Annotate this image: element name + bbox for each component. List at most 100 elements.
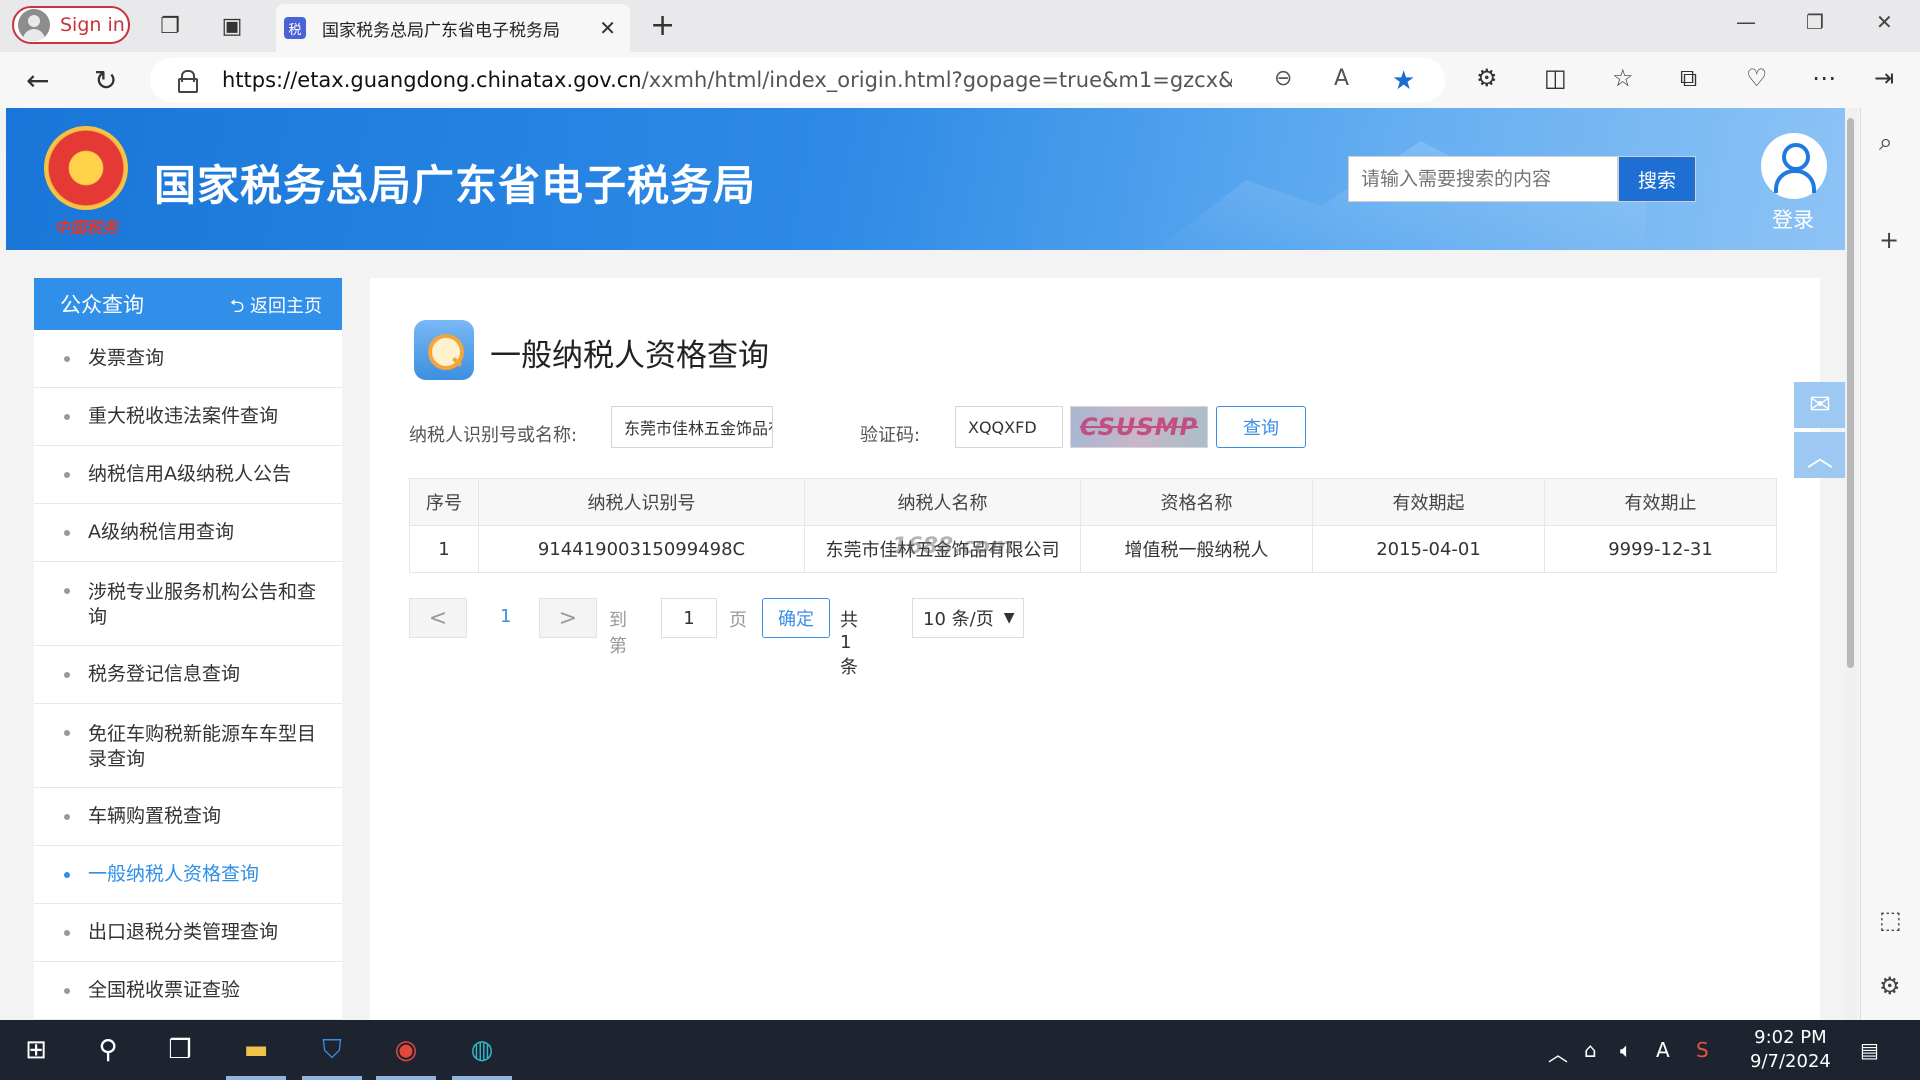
col-header-taxpayer-name: 纳税人名称	[804, 478, 1081, 526]
screenshot-icon[interactable]: ⬚	[1879, 906, 1902, 934]
favorites-icon[interactable]: ☆	[1612, 64, 1634, 92]
site-search-input[interactable]	[1348, 156, 1618, 202]
search-query-icon	[414, 320, 474, 380]
back-to-top-icon[interactable]: ︿	[1794, 432, 1845, 478]
sogou-input-icon[interactable]: S	[1696, 1038, 1709, 1062]
file-explorer-icon[interactable]: ▬	[234, 1030, 278, 1070]
left-sidebar: 公众查询 ⮌ 返回主页 发票查询 重大税收违法案件查询 纳税信用A级纳税人公告 …	[34, 278, 342, 1020]
sidebar-item-tax-voucher-check[interactable]: 全国税收票证查验	[34, 962, 342, 1020]
browser-tab-bar: Sign in ❐ ▣ 税 国家税务总局广东省电子税务局 ✕ + — ❐ ✕	[0, 0, 1920, 52]
network-icon[interactable]: ⌂	[1584, 1038, 1597, 1062]
login-link[interactable]: 登录	[1772, 204, 1814, 234]
page-unit-label: 页	[729, 610, 747, 631]
captcha-input[interactable]: XQQXFD	[955, 406, 1063, 448]
zoom-icon[interactable]: ⊖	[1274, 66, 1292, 91]
cell-valid-to: 9999-12-31	[1544, 525, 1777, 573]
refresh-icon[interactable]: ↻	[94, 64, 117, 97]
cell-valid-from: 2015-04-01	[1312, 525, 1545, 573]
taskbar-indicator	[452, 1076, 512, 1080]
browser-tab-active[interactable]: 税 国家税务总局广东省电子税务局 ✕	[276, 4, 630, 52]
sidebar-item-nev-catalog[interactable]: 免征车购税新能源车车型目录查询	[34, 704, 342, 788]
favorite-star-icon[interactable]: ★	[1392, 66, 1415, 96]
sidebar-item-vehicle-purchase-tax[interactable]: 车辆购置税查询	[34, 788, 342, 846]
page-number-current[interactable]: 1	[500, 606, 511, 627]
sign-in-button[interactable]: Sign in	[12, 6, 130, 44]
volume-icon[interactable]: 🔈︎	[1620, 1038, 1632, 1062]
back-home-link[interactable]: ⮌ 返回主页	[230, 292, 322, 324]
sidebar-item-a-credit-query[interactable]: A级纳税信用查询	[34, 504, 342, 562]
site-search-button[interactable]: 搜索	[1618, 156, 1696, 202]
sidebar-item-invoice-query[interactable]: 发票查询	[34, 330, 342, 388]
edge-browser-icon[interactable]: ◍	[460, 1030, 504, 1070]
extensions-icon[interactable]: ⚙	[1476, 64, 1498, 92]
query-button[interactable]: 查询	[1216, 406, 1306, 448]
notification-icon[interactable]: ▤	[1860, 1038, 1879, 1062]
site-header: 中国税务 国家税务总局广东省电子税务局 搜索 登录	[6, 108, 1845, 250]
more-menu-icon[interactable]: ⋯	[1812, 64, 1836, 92]
sidebar-title: 公众查询	[60, 293, 144, 317]
scrollbar-thumb[interactable]	[1847, 118, 1854, 668]
restore-icon[interactable]: ❐	[1806, 10, 1824, 34]
chrome-icon[interactable]: ◉	[384, 1030, 428, 1070]
taskbar-search-icon[interactable]: ⚲	[86, 1030, 130, 1070]
url-input[interactable]: https://etax.guangdong.chinatax.gov.cn/x…	[150, 58, 1445, 102]
prev-page-button[interactable]: <	[409, 598, 467, 638]
tab-actions-icon[interactable]: ▣	[216, 10, 248, 42]
sidebar-item-export-rebate[interactable]: 出口退税分类管理查询	[34, 904, 342, 962]
performance-icon[interactable]: ♡	[1746, 64, 1768, 92]
goto-label: 到第	[609, 610, 627, 657]
sidebar-item-violation-cases[interactable]: 重大税收违法案件查询	[34, 388, 342, 446]
page-scrollbar[interactable]	[1845, 108, 1857, 1020]
new-tab-icon[interactable]: +	[650, 8, 675, 43]
split-screen-icon[interactable]: ◫	[1544, 64, 1567, 92]
clock-time: 9:02 PM	[1754, 1027, 1827, 1048]
taskbar-clock[interactable]: 9:02 PM 9/7/2024	[1750, 1026, 1831, 1074]
cell-qualification: 增值税一般纳税人	[1080, 525, 1313, 573]
ime-indicator[interactable]: A	[1656, 1038, 1670, 1062]
taskbar-indicator	[376, 1076, 436, 1080]
captcha-label: 验证码:	[860, 425, 921, 446]
sidebar-item-general-taxpayer[interactable]: 一般纳税人资格查询	[34, 846, 342, 904]
close-window-icon[interactable]: ✕	[1876, 10, 1893, 34]
return-arrow-icon: ⮌	[229, 296, 250, 317]
user-login-icon[interactable]	[1761, 133, 1827, 199]
windows-start-icon[interactable]: ⊞	[14, 1030, 58, 1070]
minimize-icon[interactable]: —	[1736, 10, 1756, 34]
windows-taskbar: ⊞ ⚲ ❒ ▬ ⛉ ◉ ◍ ︿ ⌂ 🔈︎ A S 9:02 PM 9/7/202…	[0, 1020, 1920, 1080]
sidebar-item-tax-registration[interactable]: 税务登记信息查询	[34, 646, 342, 704]
goto-page-input[interactable]: 1	[661, 598, 717, 638]
clock-date: 9/7/2024	[1750, 1051, 1831, 1072]
taxpayer-input[interactable]: 东莞市佳林五金饰品有限	[611, 406, 773, 448]
col-header-qualification: 资格名称	[1080, 478, 1313, 526]
goto-confirm-button[interactable]: 确定	[762, 598, 830, 638]
wechat-float-icon[interactable]: ✉	[1794, 382, 1845, 428]
add-icon[interactable]: +	[1879, 226, 1899, 254]
read-aloud-icon[interactable]: A	[1334, 66, 1349, 91]
page-size-select[interactable]: 10 条/页 ▼	[912, 598, 1024, 638]
table-header-row: 序号 纳税人识别号 纳税人名称 资格名称 有效期起 有效期止	[409, 478, 1777, 526]
cell-index: 1	[409, 525, 479, 573]
collections-icon[interactable]: ⧉	[1680, 64, 1697, 92]
task-view-icon[interactable]: ❒	[158, 1030, 202, 1070]
table-row: 1 91441900315099498C 东莞市佳林五金饰品有限公司 增值税一般…	[409, 525, 1777, 573]
col-header-index: 序号	[409, 478, 479, 526]
workspaces-icon[interactable]: ❐	[154, 10, 186, 42]
back-icon[interactable]: ←	[26, 64, 49, 97]
captcha-image[interactable]: CSUSMP	[1070, 406, 1208, 448]
tab-favicon-icon: 税	[284, 17, 306, 39]
settings-gear-icon[interactable]: ⚙	[1879, 972, 1901, 1000]
sign-in-label: Sign in	[60, 14, 125, 36]
url-text: https://etax.guangdong.chinatax.gov.cn/x…	[222, 68, 1232, 92]
next-page-button[interactable]: >	[539, 598, 597, 638]
search-icon[interactable]: ⌕	[1879, 128, 1892, 156]
col-header-taxpayer-id: 纳税人识别号	[478, 478, 805, 526]
sidebar-item-a-credit-notice[interactable]: 纳税信用A级纳税人公告	[34, 446, 342, 504]
sidebar-item-tax-service-agencies[interactable]: 涉税专业服务机构公告和查询	[34, 562, 342, 646]
emblem-caption: 中国税务	[54, 218, 119, 237]
tab-close-icon[interactable]: ✕	[599, 16, 616, 40]
lock-icon	[178, 70, 198, 93]
sidebar-toggle-icon[interactable]: ⇥	[1874, 64, 1894, 92]
tray-overflow-icon[interactable]: ︿	[1548, 1038, 1568, 1067]
browser-side-panel: ⌕ + ⬚ ⚙	[1860, 108, 1920, 1020]
shield-app-icon[interactable]: ⛉	[310, 1030, 354, 1070]
